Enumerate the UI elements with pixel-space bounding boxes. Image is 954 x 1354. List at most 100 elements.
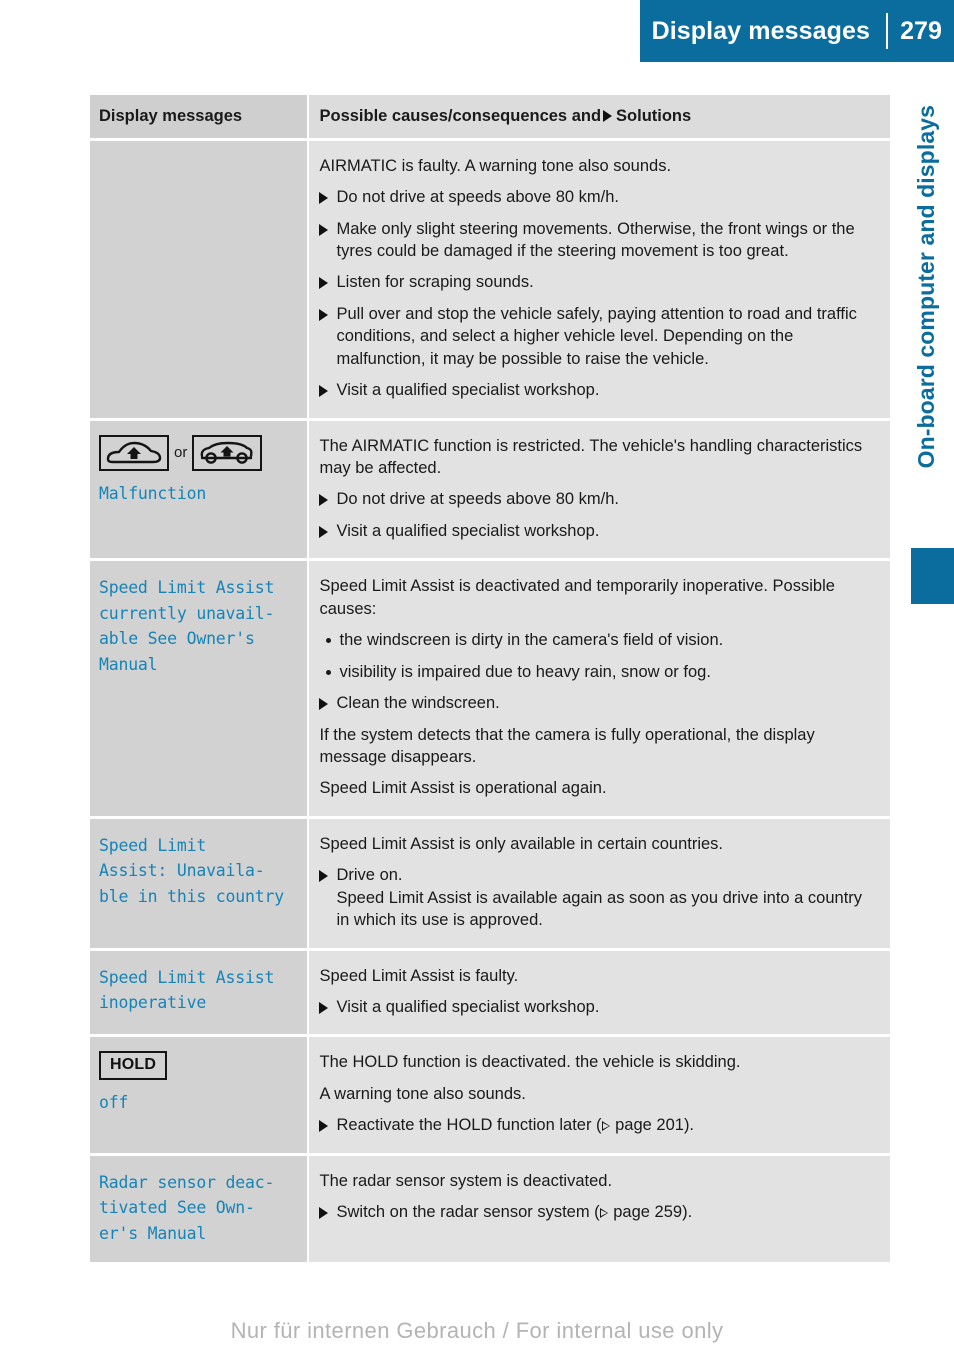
row-message-text: Speed Limit Assist currently unavail- ab…	[99, 578, 275, 674]
table-row: Speed Limit Assist inoperative Speed Lim…	[90, 950, 890, 1035]
cause-text: The AIRMATIC function is restricted. The…	[319, 436, 863, 477]
action-triangle-icon	[319, 1120, 329, 1133]
action-text: Clean the windscreen.	[336, 694, 500, 713]
action-triangle-icon	[319, 192, 329, 205]
cause-text: The radar sensor system is deactivated.	[319, 1171, 613, 1190]
cause-text: AIRMATIC is faulty. A warning tone also …	[319, 156, 672, 175]
display-messages-table: Display messages Possible causes/consequ…	[90, 95, 890, 1263]
page-reference-icon	[601, 1121, 610, 1132]
table-row: AIRMATIC is faulty. A warning tone also …	[90, 140, 890, 418]
action-text: Visit a qualified specialist workshop.	[336, 998, 600, 1016]
action-text-main: Drive on.	[336, 866, 403, 885]
action-item: Reactivate the HOLD function later ( pag…	[319, 1114, 874, 1136]
action-item: Make only slight steering movements. Oth…	[319, 218, 874, 263]
hold-badge-icon: HOLD	[99, 1051, 168, 1081]
page-number: 279	[900, 16, 942, 45]
row-message-text: Speed Limit Assist inoperative	[99, 967, 275, 1013]
chapter-label: On-board computer and displays	[904, 105, 948, 545]
action-text-main: Switch on the radar sensor system (	[336, 1203, 600, 1222]
table-row: Speed Limit Assist currently unavail- ab…	[90, 561, 890, 816]
action-text: Listen for scraping sounds.	[336, 273, 534, 292]
action-item: Switch on the radar sensor system ( page…	[319, 1201, 874, 1223]
cause-list-text: the windscreen is dirty in the camera's …	[339, 631, 724, 650]
column-header-solutions: Possible causes/consequences and Solution…	[319, 106, 874, 127]
icon-separator-or: or	[174, 444, 188, 462]
action-item: Drive on. Speed Limit Assist is available…	[319, 864, 874, 931]
page-header-bar: Display messages 279	[640, 0, 954, 62]
row-solution-cell: The AIRMATIC function is restricted. The…	[309, 420, 890, 559]
chapter-label-text: On-board computer and displays	[912, 105, 939, 469]
cause-list-item: visibility is impaired due to heavy rain…	[319, 661, 874, 683]
page-reference-text: page 201	[610, 1116, 684, 1135]
car-estate-raise-glyph	[200, 441, 253, 464]
action-triangle-icon	[319, 870, 329, 883]
action-text: Reactivate the HOLD function later ( pag…	[336, 1114, 694, 1136]
row-solution-cell: Speed Limit Assist is deactivated and te…	[309, 561, 890, 816]
action-item: Visit a qualified specialist workshop.	[319, 996, 874, 1018]
cause-text: Speed Limit Assist is operational again.	[319, 779, 607, 798]
action-text-main: Reactivate the HOLD function later (	[336, 1116, 602, 1135]
chapter-tab-marker	[911, 548, 954, 604]
action-item: Visit a qualified specialist workshop.	[319, 379, 874, 401]
table-header-row: Display messages Possible causes/consequ…	[90, 95, 890, 138]
action-triangle-icon	[319, 1002, 329, 1014]
action-item: Do not drive at speeds above 80 km/h.	[319, 488, 874, 510]
table-row: Radar sensor deac- tivated See Own- er's…	[90, 1155, 890, 1263]
table-header-cell-right: Possible causes/consequences and Solution…	[309, 95, 890, 138]
hold-badge-label: HOLD	[110, 1056, 157, 1074]
action-triangle-icon	[319, 1207, 329, 1220]
column-header-suffix: Solutions	[616, 107, 692, 125]
action-text: Switch on the radar sensor system ( page…	[336, 1201, 692, 1223]
action-text: Do not drive at speeds above 80 km/h.	[336, 188, 619, 207]
row-solution-cell: The HOLD function is deactivated. the ve…	[309, 1037, 890, 1153]
action-triangle-icon	[319, 385, 329, 398]
column-header-prefix: Possible causes/consequences and	[319, 107, 602, 125]
car-sedan-raise-glyph	[106, 441, 162, 463]
solution-triangle-icon	[603, 110, 613, 122]
column-header-display-messages: Display messages	[99, 107, 243, 125]
cause-list-text: visibility is impaired due to heavy rain…	[339, 662, 711, 681]
table-row: Speed Limit Assist: Unavaila- ble in thi…	[90, 818, 890, 948]
action-text: Pull over and stop the vehicle safely, p…	[336, 304, 857, 368]
action-item: Do not drive at speeds above 80 km/h.	[319, 186, 874, 208]
action-text: Drive on. Speed Limit Assist is available…	[336, 864, 874, 931]
bullet-dot-icon	[326, 638, 332, 644]
row-solution-cell: Speed Limit Assist is faulty. Visit a qu…	[309, 950, 890, 1035]
action-triangle-icon	[319, 698, 329, 711]
row-message-cell: Speed Limit Assist: Unavaila- ble in thi…	[90, 818, 308, 948]
row-solution-cell: Speed Limit Assist is only available in …	[309, 818, 890, 948]
table-header-cell-left: Display messages	[90, 95, 308, 138]
action-triangle-icon	[319, 223, 329, 236]
row-message-text: Radar sensor deac- tivated See Own- er's…	[99, 1172, 275, 1243]
action-triangle-icon	[319, 494, 329, 507]
car-sedan-raise-icon	[99, 434, 169, 471]
action-item: Listen for scraping sounds.	[319, 271, 874, 293]
table-row: or Malfunction The AIRMATIC function is …	[90, 420, 890, 559]
action-text-tail: ).	[683, 1116, 695, 1135]
action-text-tail: ).	[682, 1203, 693, 1222]
cause-text: Speed Limit Assist is deactivated and te…	[319, 577, 835, 618]
action-item: Visit a qualified specialist workshop.	[319, 520, 874, 542]
row-message-cell: Radar sensor deac- tivated See Own- er's…	[90, 1155, 308, 1263]
row-solution-cell: The radar sensor system is deactivated. …	[309, 1155, 890, 1263]
cause-text: Speed Limit Assist is only available in …	[319, 834, 724, 853]
table-row: HOLD off The HOLD function is deactivate…	[90, 1037, 890, 1153]
row-message-cell: or Malfunction	[90, 420, 308, 559]
footer-watermark: Nur für internen Gebrauch / For internal…	[230, 1318, 724, 1343]
page-title: Display messages	[651, 16, 870, 45]
row-message-cell: HOLD off	[90, 1037, 308, 1153]
action-item: Pull over and stop the vehicle safely, p…	[319, 303, 874, 370]
cause-text: If the system detects that the camera is…	[319, 725, 815, 766]
row-message-cell	[90, 140, 308, 418]
action-triangle-icon	[319, 277, 329, 290]
cause-text: Speed Limit Assist is faulty.	[319, 966, 519, 985]
cause-text: The HOLD function is deactivated. the ve…	[319, 1053, 741, 1072]
row-message-text: off	[99, 1093, 129, 1113]
car-estate-raise-icon	[192, 434, 263, 471]
action-triangle-icon	[319, 525, 329, 538]
row-message-cell: Speed Limit Assist currently unavail- ab…	[90, 561, 308, 816]
cause-text: A warning tone also sounds.	[319, 1084, 526, 1103]
icon-group: or	[99, 434, 293, 471]
action-text: Visit a qualified specialist workshop.	[336, 381, 600, 400]
action-text: Make only slight steering movements. Oth…	[336, 219, 855, 260]
